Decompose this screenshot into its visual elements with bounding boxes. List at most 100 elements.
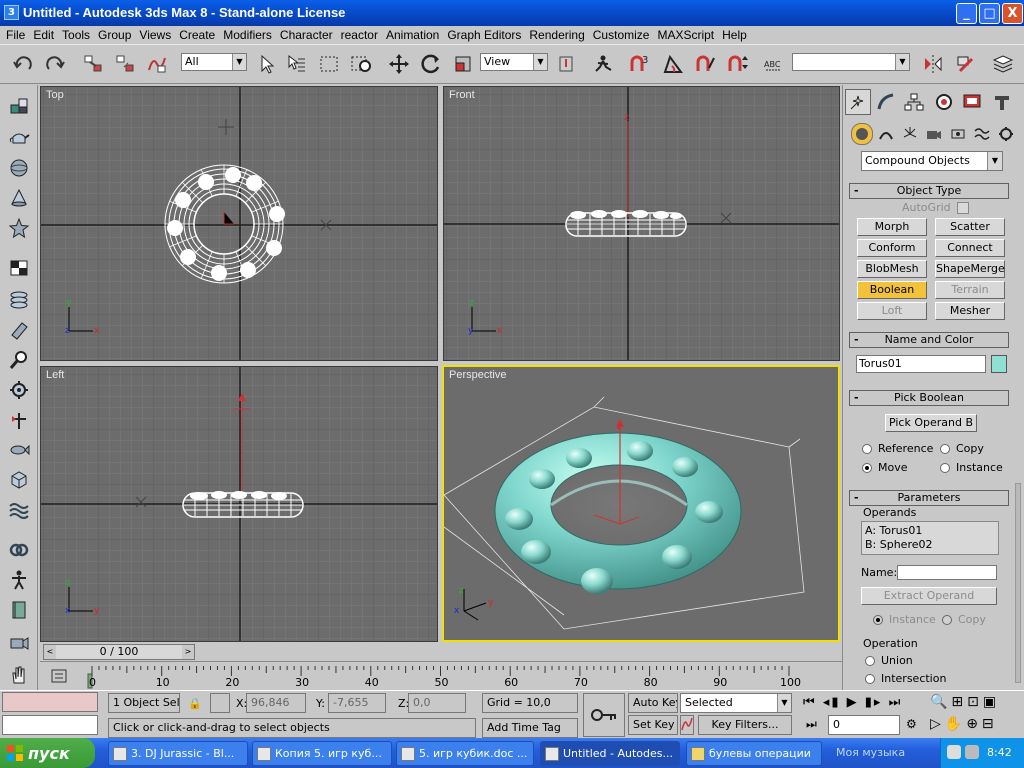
menu-create[interactable]: Create bbox=[177, 28, 221, 42]
systems-category-icon[interactable] bbox=[995, 123, 1017, 145]
loft-button[interactable]: Loft bbox=[857, 302, 927, 320]
morph-button[interactable]: Morph bbox=[857, 218, 927, 236]
time-configuration-icon[interactable]: ⚙ bbox=[906, 717, 917, 731]
instance-radio[interactable] bbox=[940, 463, 950, 473]
weather-vane-icon[interactable] bbox=[6, 407, 32, 433]
menu-modifiers[interactable]: Modifiers bbox=[221, 28, 278, 42]
boolean-button[interactable]: Boolean bbox=[857, 281, 927, 299]
operand-name-field[interactable] bbox=[897, 565, 997, 580]
menu-edit[interactable]: Edit bbox=[31, 28, 60, 42]
conform-button[interactable]: Conform bbox=[857, 239, 927, 257]
shapemerge-button[interactable]: ShapeMerge bbox=[935, 260, 1005, 278]
menu-customize[interactable]: Customize bbox=[591, 28, 656, 42]
select-and-rotate-icon[interactable] bbox=[418, 51, 444, 77]
knot-icon[interactable] bbox=[6, 537, 32, 563]
minimize-button[interactable]: _ bbox=[956, 3, 977, 24]
connect-button[interactable]: Connect bbox=[935, 239, 1005, 257]
viewport-top[interactable]: y x z Top bbox=[40, 86, 438, 361]
select-by-name-icon[interactable] bbox=[284, 51, 310, 77]
key-tangent-icon[interactable] bbox=[680, 715, 694, 735]
autogrid-checkbox[interactable] bbox=[957, 202, 969, 214]
checker-icon[interactable] bbox=[6, 255, 32, 281]
key-mode-toggle-icon[interactable]: ⏭ bbox=[806, 717, 817, 732]
select-and-link-icon[interactable] bbox=[80, 51, 106, 77]
viewport-perspective[interactable]: z z y x Perspective bbox=[442, 365, 840, 642]
menu-reactor[interactable]: reactor bbox=[339, 28, 384, 42]
my-music-toolbar[interactable]: Моя музыка bbox=[836, 746, 905, 759]
lock-icon[interactable]: 🔒 bbox=[188, 697, 202, 710]
menu-file[interactable]: File bbox=[4, 28, 31, 42]
percent-snap-icon[interactable] bbox=[692, 51, 718, 77]
cube-wire-icon[interactable] bbox=[6, 467, 32, 493]
pick-boolean-rollout-header[interactable]: - Pick Boolean bbox=[849, 390, 1009, 406]
absolute-mode-toggle[interactable] bbox=[210, 693, 230, 713]
start-button[interactable]: пуск bbox=[0, 738, 95, 768]
redo-icon[interactable] bbox=[42, 51, 68, 77]
menu-group[interactable]: Group bbox=[96, 28, 137, 42]
select-and-move-icon[interactable] bbox=[386, 51, 412, 77]
name-and-color-rollout-header[interactable]: - Name and Color bbox=[849, 332, 1009, 348]
operand-b[interactable]: B: Sphere02 bbox=[865, 538, 933, 551]
viewport-label[interactable]: Top bbox=[46, 89, 64, 101]
blobmesh-button[interactable]: BlobMesh bbox=[857, 260, 927, 278]
taskbar-item-word-doc[interactable]: 5. игр кубик.doc ... bbox=[396, 741, 534, 766]
magnifier-icon[interactable] bbox=[6, 347, 32, 373]
maxscript-input-mini[interactable] bbox=[2, 715, 98, 735]
spinner-snap-icon[interactable] bbox=[724, 51, 750, 77]
viewport-navigation-bottom[interactable]: ▷✋⊕⊟ bbox=[930, 716, 998, 732]
select-object-icon[interactable] bbox=[254, 51, 280, 77]
reference-coordinate-dropdown[interactable]: View ▼ bbox=[480, 53, 548, 71]
z-coordinate-field[interactable]: 0,0 bbox=[408, 693, 466, 713]
parameters-rollout-header[interactable]: - Parameters bbox=[849, 490, 1009, 506]
sphere-icon[interactable] bbox=[6, 155, 32, 181]
cameras-category-icon[interactable] bbox=[923, 123, 945, 145]
tray-volume-icon[interactable] bbox=[965, 745, 979, 759]
snaps-toggle-icon[interactable]: 3 bbox=[626, 51, 652, 77]
cone-icon[interactable] bbox=[6, 185, 32, 211]
intersection-radio[interactable] bbox=[865, 674, 875, 684]
time-slider[interactable]: < 0 / 100 > bbox=[40, 643, 842, 661]
mesher-button[interactable]: Mesher bbox=[935, 302, 1005, 320]
key-filters-button[interactable]: Key Filters... bbox=[698, 715, 792, 735]
viewport-label[interactable]: Left bbox=[46, 369, 64, 381]
teapot-icon[interactable] bbox=[6, 125, 32, 151]
operands-list[interactable]: A: Torus01 B: Sphere02 bbox=[861, 521, 999, 555]
terrain-button[interactable]: Terrain bbox=[935, 281, 1005, 299]
set-key-button[interactable]: Set Key bbox=[628, 715, 678, 735]
space-warps-category-icon[interactable] bbox=[971, 123, 993, 145]
union-radio[interactable] bbox=[865, 656, 875, 666]
select-and-manipulate-icon[interactable] bbox=[590, 51, 616, 77]
close-button[interactable]: X bbox=[1002, 3, 1023, 24]
camera-tilt-icon[interactable] bbox=[6, 629, 32, 655]
named-selection-sets-dropdown[interactable]: ▼ bbox=[792, 53, 910, 71]
menu-animation[interactable]: Animation bbox=[384, 28, 445, 42]
operand-a[interactable]: A: Torus01 bbox=[865, 524, 922, 537]
move-radio[interactable] bbox=[862, 463, 872, 473]
taskbar-item-3dsmax[interactable]: Untitled - Autodes... bbox=[540, 741, 680, 766]
object-color-swatch[interactable] bbox=[991, 355, 1007, 373]
maxscript-listener-mini[interactable] bbox=[2, 692, 98, 712]
prev-frame-button[interactable]: < bbox=[44, 645, 56, 659]
pick-operand-b-button[interactable]: Pick Operand B bbox=[885, 414, 977, 432]
layer-manager-icon[interactable] bbox=[990, 51, 1016, 77]
geometry-category-icon[interactable] bbox=[851, 123, 873, 145]
waves-icon[interactable] bbox=[6, 497, 32, 523]
extract-instance-radio[interactable] bbox=[873, 615, 883, 625]
object-category-dropdown[interactable]: Compound Objects ▼ bbox=[861, 151, 1003, 171]
extract-copy-radio[interactable] bbox=[942, 615, 952, 625]
x-coordinate-field[interactable]: 96,846 bbox=[246, 693, 306, 713]
object-name-field[interactable]: Torus01 bbox=[856, 355, 986, 373]
reference-radio[interactable] bbox=[862, 444, 872, 454]
playback-controls[interactable]: ⏮ ◂▮ ▶ ▮▸ ⏭ bbox=[803, 695, 902, 710]
pivot-center-icon[interactable] bbox=[554, 51, 580, 77]
unlink-selection-icon[interactable] bbox=[112, 51, 138, 77]
gear-icon[interactable] bbox=[6, 377, 32, 403]
viewport-left[interactable]: z y x Left bbox=[40, 366, 438, 642]
cylinder-tilted-icon[interactable] bbox=[6, 317, 32, 343]
extract-operand-button[interactable]: Extract Operand bbox=[861, 587, 997, 605]
hand-icon[interactable] bbox=[6, 661, 32, 687]
star-shape-icon[interactable] bbox=[6, 215, 32, 241]
track-bar[interactable]: 0 10 20 30 40 50 60 70 80 90 100 bbox=[40, 661, 842, 689]
viewport-label[interactable]: Front bbox=[449, 89, 475, 101]
stacked-disks-icon[interactable] bbox=[6, 287, 32, 313]
